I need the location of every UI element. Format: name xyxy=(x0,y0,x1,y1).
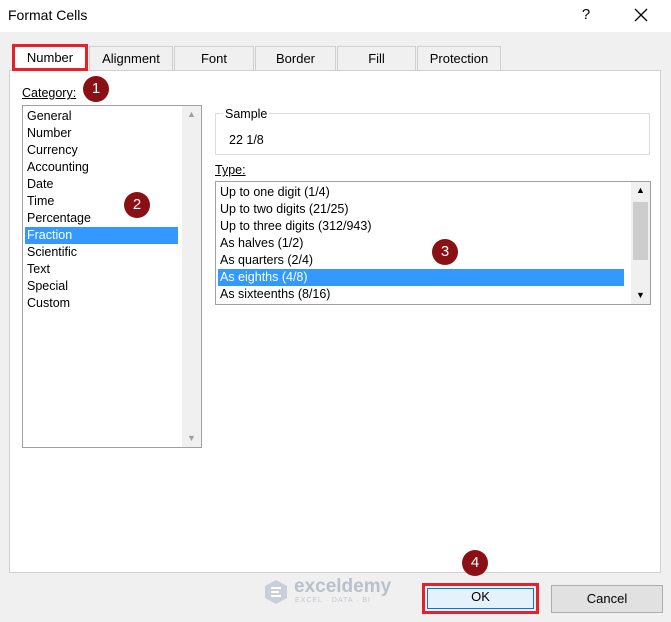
list-item[interactable]: Time xyxy=(25,193,182,210)
sample-label: Sample xyxy=(223,107,270,121)
list-item[interactable]: Up to two digits (21/25) xyxy=(218,201,625,218)
step-badge-4: 4 xyxy=(462,550,488,576)
watermark-name: exceldemy xyxy=(294,576,392,597)
step-badge-3: 3 xyxy=(432,239,458,265)
list-item[interactable]: Up to one digit (1/4) xyxy=(218,184,625,201)
tab-label: Fill xyxy=(368,51,385,66)
tab-label: Protection xyxy=(429,51,489,66)
tab-label: Number xyxy=(26,50,74,65)
list-item[interactable]: Text xyxy=(25,261,182,278)
close-button[interactable] xyxy=(626,3,656,27)
exceldemy-watermark: exceldemy EXCEL · DATA · BI xyxy=(262,576,412,608)
tab-fill[interactable]: Fill xyxy=(337,46,416,70)
sample-value: 22 1/8 xyxy=(229,133,264,147)
scroll-up-icon[interactable]: ▲ xyxy=(631,182,650,199)
scroll-down-icon[interactable]: ▼ xyxy=(182,430,201,447)
window-title: Format Cells xyxy=(8,7,88,23)
number-tab-panel: Category: General Number Currency Accoun… xyxy=(9,70,661,573)
type-scrollbar[interactable]: ▲ ▼ xyxy=(631,182,650,304)
list-item[interactable]: Accounting xyxy=(25,159,182,176)
tab-label: Font xyxy=(200,51,227,66)
ok-button[interactable]: OK xyxy=(422,583,539,614)
list-item-selected[interactable]: Fraction xyxy=(25,227,178,244)
list-item[interactable]: As sixteenths (8/16) xyxy=(218,286,625,303)
list-item[interactable]: General xyxy=(25,108,182,125)
list-item[interactable]: As halves (1/2) xyxy=(218,235,625,252)
list-item[interactable]: Special xyxy=(25,278,182,295)
step-badge-2: 2 xyxy=(124,192,150,218)
step-badge-1: 1 xyxy=(83,76,109,102)
tab-label: Border xyxy=(275,51,316,66)
list-item[interactable]: Custom xyxy=(25,295,182,312)
category-scrollbar[interactable]: ▲ ▼ xyxy=(182,106,201,447)
scroll-up-icon[interactable]: ▲ xyxy=(182,106,201,123)
help-button[interactable]: ? xyxy=(574,4,598,26)
type-label: Type: xyxy=(215,163,246,177)
tab-border[interactable]: Border xyxy=(255,46,336,70)
watermark-tagline: EXCEL · DATA · BI xyxy=(295,597,371,604)
list-item[interactable]: Number xyxy=(25,125,182,142)
list-item[interactable]: Date xyxy=(25,176,182,193)
scroll-thumb[interactable] xyxy=(633,202,648,260)
category-list[interactable]: General Number Currency Accounting Date … xyxy=(22,105,202,448)
title-bar: Format Cells ? xyxy=(0,0,671,32)
cancel-label: Cancel xyxy=(586,591,628,606)
list-item-selected[interactable]: As eighths (4/8) xyxy=(218,269,624,286)
sample-box xyxy=(215,113,650,155)
list-item[interactable]: As quarters (2/4) xyxy=(218,252,625,269)
list-item[interactable]: Up to three digits (312/943) xyxy=(218,218,625,235)
list-item[interactable]: Percentage xyxy=(25,210,182,227)
tab-protection[interactable]: Protection xyxy=(417,46,501,70)
tab-alignment[interactable]: Alignment xyxy=(89,46,173,70)
close-icon xyxy=(634,8,648,22)
tab-label: Alignment xyxy=(102,51,160,66)
list-item[interactable]: Currency xyxy=(25,142,182,159)
scroll-down-icon[interactable]: ▼ xyxy=(631,287,650,304)
exceldemy-logo-icon xyxy=(265,580,287,604)
list-item[interactable]: Scientific xyxy=(25,244,182,261)
tab-font[interactable]: Font xyxy=(174,46,254,70)
type-list[interactable]: Up to one digit (1/4) Up to two digits (… xyxy=(215,181,651,305)
cancel-button[interactable]: Cancel xyxy=(551,585,663,613)
tab-number[interactable]: Number xyxy=(12,44,88,71)
category-label: Category: xyxy=(22,86,77,100)
ok-label: OK xyxy=(471,589,490,604)
